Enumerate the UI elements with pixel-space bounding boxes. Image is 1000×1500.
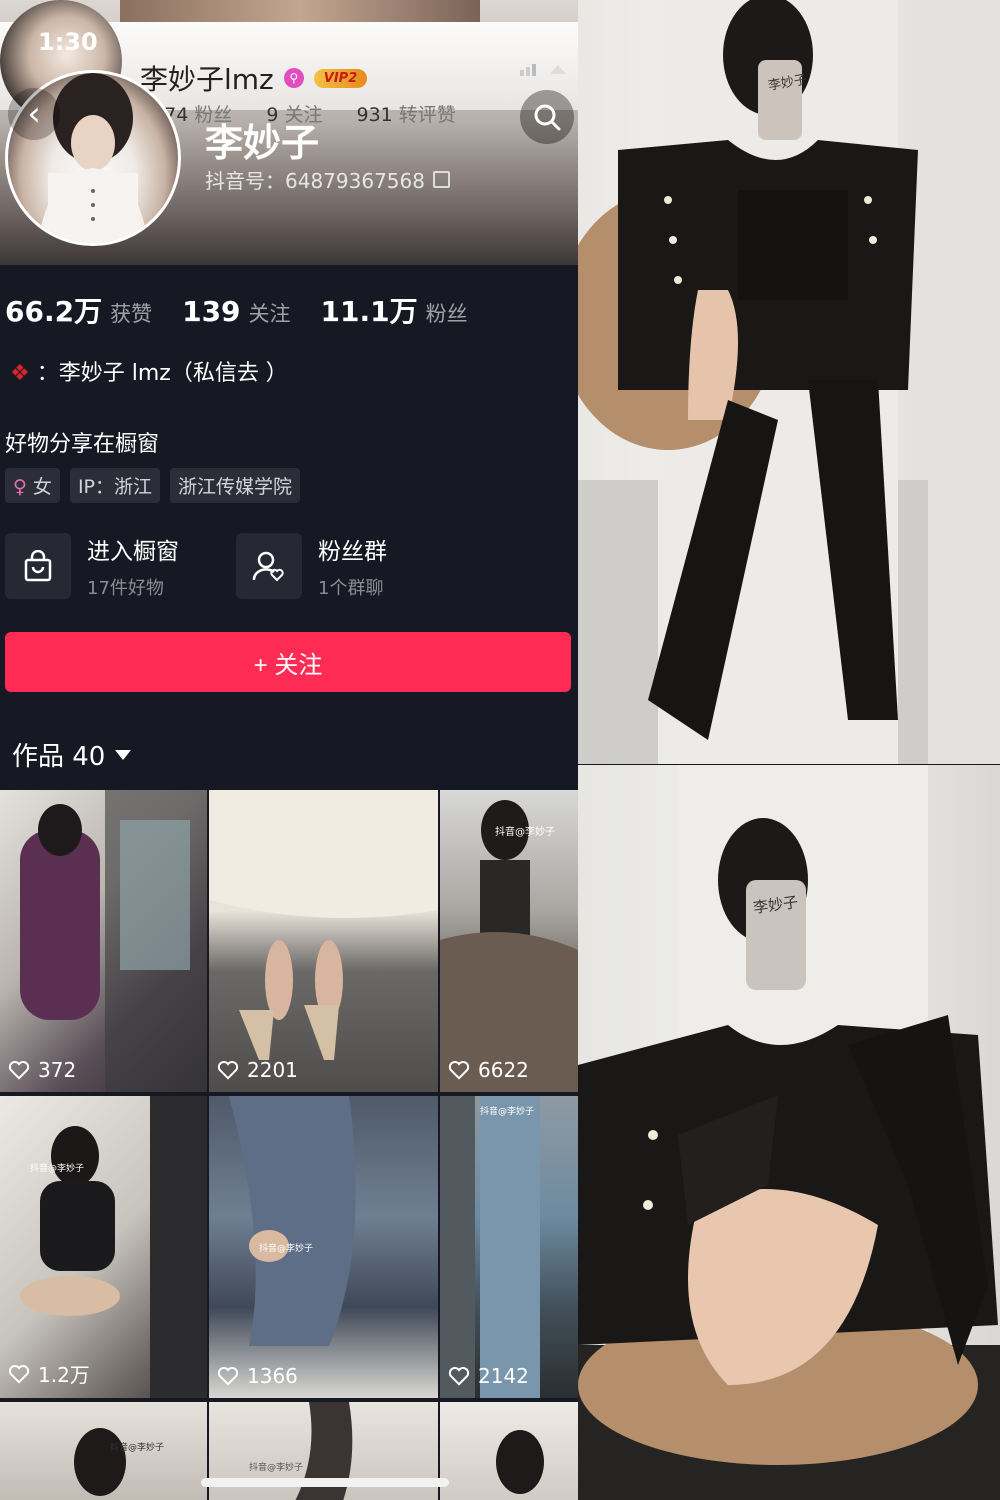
heart-icon (217, 1367, 239, 1386)
video-watermark: 抖音@李妙子 (259, 1242, 313, 1254)
video-watermark: 抖音@李妙子 (249, 1461, 303, 1473)
video-thumb-art: 抖音@李妙子 (74, 1428, 164, 1496)
like-count: 372 (8, 1058, 76, 1082)
shop-entry[interactable]: 进入橱窗 17件好物 (5, 532, 179, 600)
video-thumb-art: 抖音@李妙子 (440, 1096, 540, 1398)
video-thumb[interactable]: 抖音@李妙子 1366 (209, 1096, 438, 1398)
like-count: 6622 (448, 1058, 529, 1082)
sticky-name: 李妙子lmz (140, 63, 274, 96)
photo-bottom-art: 李妙子 (578, 765, 1000, 1500)
heart-icon (8, 1364, 30, 1384)
works-label: 作品 40 (12, 742, 106, 772)
stat-fans[interactable]: 11.1万 粉丝 (321, 290, 468, 330)
video-watermark: 抖音@李妙子 (30, 1162, 84, 1174)
video-thumb-art (20, 790, 207, 1092)
video-thumb[interactable]: 2201 (209, 790, 438, 1092)
group-icon (236, 533, 302, 599)
female-icon: ♀ (13, 476, 27, 498)
douyin-id-text: 抖音号：64879367568 (205, 169, 425, 193)
fan-group-entry[interactable]: 粉丝群 1个群聊 (236, 532, 387, 600)
chevron-down-icon (115, 749, 132, 760)
scarf-emoji-icon: ❖ (10, 361, 30, 386)
status-time: 1:30 (38, 28, 98, 56)
photo-top-art: 李妙子 (578, 0, 1000, 764)
sticky-stat-engagement: 931 转评赞 (356, 104, 456, 126)
profile-screen: 李妙子lmz ⚲ VIP2 2474粉丝 9关注 931转评赞 1:30 (0, 0, 578, 1500)
like-count: 2142 (448, 1364, 529, 1388)
video-thumb[interactable]: 抖音@李妙子 2142 (440, 1096, 578, 1398)
heart-icon (217, 1061, 239, 1080)
video-thumb-art (496, 1430, 544, 1494)
works-tab[interactable]: 作品 40 (12, 736, 132, 773)
fan-group-title: 粉丝群 (318, 539, 387, 565)
follow-button[interactable]: + 关注 (5, 632, 571, 692)
profile-stats: 66.2万 获赞 139 关注 11.1万 粉丝 (5, 290, 468, 330)
copy-icon[interactable] (432, 171, 450, 188)
like-count: 2201 (217, 1058, 298, 1082)
school-tag[interactable]: 浙江传媒学院 (170, 468, 301, 503)
heart-icon (448, 1061, 470, 1080)
profile-nickname: 李妙子 (205, 121, 320, 165)
photo-bottom: 李妙子 (578, 765, 1000, 1500)
like-count: 1.2万 (8, 1359, 90, 1388)
search-icon (534, 104, 561, 131)
video-thumb-art: 抖音@李妙子 (229, 1096, 356, 1346)
cover-photo-strip (120, 0, 480, 22)
ip-tag: IP：浙江 (69, 468, 160, 503)
fan-group-sub: 1个群聊 (318, 578, 384, 599)
badge-icon: ⚲ (283, 68, 304, 88)
back-button[interactable]: ‹ (8, 88, 60, 140)
status-icons (520, 62, 566, 80)
shop-title: 进入橱窗 (87, 539, 179, 565)
video-thumb[interactable] (440, 1402, 578, 1500)
heart-icon (448, 1367, 470, 1386)
video-watermark: 抖音@李妙子 (110, 1441, 164, 1453)
video-watermark: 抖音@李妙子 (480, 1105, 534, 1117)
video-thumb-art: 抖音@李妙子 (440, 800, 578, 1092)
search-button[interactable] (520, 90, 574, 144)
vip-badge: VIP2 (313, 68, 368, 88)
like-count: 1366 (217, 1364, 298, 1388)
photo-top: 李妙子 (578, 0, 1000, 764)
shopping-bag-icon (5, 533, 71, 599)
video-thumb[interactable]: 抖音@李妙子 6622 (440, 790, 578, 1092)
heart-icon (8, 1061, 30, 1080)
video-thumb[interactable]: 372 (0, 790, 207, 1092)
bio-line-2: 好物分享在橱窗 (5, 432, 160, 457)
shop-sub: 17件好物 (87, 578, 164, 599)
bio-line-1: ❖ ：李妙子 lmz（私信去 ） (10, 361, 288, 386)
stat-likes[interactable]: 66.2万 获赞 (5, 290, 152, 330)
video-thumb[interactable]: 抖音@李妙子 1.2万 (0, 1096, 207, 1398)
home-indicator[interactable] (201, 1478, 449, 1487)
composite-image: 李妙子lmz ⚲ VIP2 2474粉丝 9关注 931转评赞 1:30 (0, 0, 1000, 1500)
video-thumb-art: 抖音@李妙子 (20, 1096, 207, 1398)
video-thumb[interactable]: 抖音@李妙子 (0, 1402, 207, 1500)
profile-tags: ♀ 女 IP：浙江 浙江传媒学院 (5, 468, 301, 503)
gender-tag: ♀ 女 (5, 468, 60, 503)
video-thumb-art (209, 790, 438, 1060)
douyin-id[interactable]: 抖音号：64879367568 (205, 165, 450, 194)
back-icon: ‹ (27, 94, 41, 134)
video-watermark: 抖音@李妙子 (495, 825, 555, 838)
stat-following[interactable]: 139 关注 (182, 295, 290, 328)
